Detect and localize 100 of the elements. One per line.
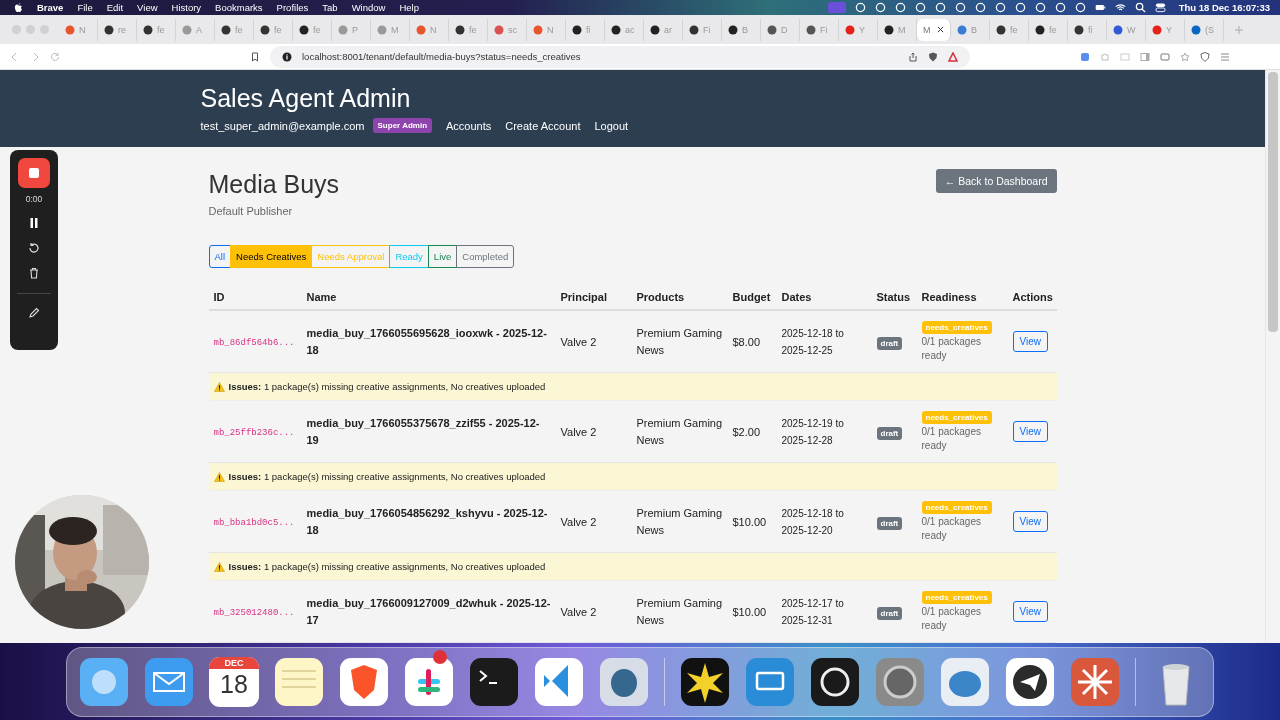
shield-icon[interactable]: [928, 51, 938, 62]
browser-tab[interactable]: fi: [566, 18, 605, 41]
menu-item[interactable]: Tab: [322, 2, 338, 13]
browser-tab[interactable]: ac: [605, 18, 644, 41]
filter-button[interactable]: Completed: [456, 245, 515, 268]
address-bar[interactable]: localhost:8001/tenant/default/media-buys?status=needs_creatives: [270, 45, 970, 68]
browser-tab[interactable]: ar: [644, 18, 683, 41]
restart-icon[interactable]: [28, 242, 40, 254]
menu-app-name[interactable]: Brave: [37, 2, 64, 13]
scrollbar-thumb[interactable]: [1268, 72, 1278, 332]
control-center-icon[interactable]: [1154, 2, 1166, 13]
browser-tab[interactable]: fe: [215, 18, 254, 41]
status-icon[interactable]: [914, 2, 926, 13]
readiness-note: 0/1 packages ready: [921, 425, 982, 453]
browser-tab[interactable]: B: [722, 18, 761, 41]
status-icon[interactable]: [974, 2, 986, 13]
triangle-icon[interactable]: [948, 51, 958, 62]
browser-tab[interactable]: N: [410, 18, 449, 41]
status-icon[interactable]: [994, 2, 1006, 13]
close-icon[interactable]: [937, 26, 944, 33]
menu-item[interactable]: History: [171, 2, 202, 13]
browser-tab[interactable]: fe: [137, 18, 176, 41]
browser-tab[interactable]: D: [761, 18, 800, 41]
menu-item[interactable]: Edit: [106, 2, 124, 13]
menu-item[interactable]: Window: [351, 2, 386, 13]
menu-item[interactable]: Help: [399, 2, 419, 13]
status-icon[interactable]: [1014, 2, 1026, 13]
search-icon[interactable]: [1134, 2, 1146, 13]
browser-tab[interactable]: Y: [839, 18, 878, 41]
page-title: Media Buys: [208, 169, 340, 199]
favicon-icon: [494, 24, 504, 35]
browser-tab[interactable]: re: [98, 18, 137, 41]
status-icon[interactable]: [934, 2, 946, 13]
view-button[interactable]: View: [1012, 421, 1048, 442]
view-button[interactable]: View: [1012, 601, 1048, 622]
apple-icon[interactable]: [14, 2, 23, 13]
share-icon[interactable]: [908, 51, 918, 62]
browser-tab[interactable]: Fi: [683, 18, 722, 41]
pause-icon[interactable]: [28, 217, 40, 229]
menu-item[interactable]: Bookmarks: [215, 2, 263, 13]
favicon-icon: [767, 24, 777, 35]
status-icon[interactable]: [1054, 2, 1066, 13]
status-icon[interactable]: [894, 2, 906, 13]
favicon-icon: [143, 24, 153, 35]
browser-tab[interactable]: W: [1107, 18, 1146, 41]
pen-icon[interactable]: [28, 307, 40, 319]
filter-button[interactable]: Needs Creatives: [230, 245, 313, 268]
browser-tab[interactable]: M: [371, 18, 410, 41]
browser-tab[interactable]: B: [951, 18, 990, 41]
app-icon[interactable]: [810, 657, 860, 707]
browser-tab[interactable]: fi: [1068, 18, 1107, 41]
browser-tab[interactable]: P: [332, 18, 371, 41]
nav-link[interactable]: Accounts: [446, 119, 492, 132]
battery-icon[interactable]: [1094, 2, 1106, 13]
browser-tab[interactable]: fe: [293, 18, 332, 41]
browser-tab[interactable]: N: [59, 18, 98, 41]
browser-tab[interactable]: fe: [990, 18, 1029, 41]
browser-tab[interactable]: Fi: [800, 18, 839, 41]
menu-item[interactable]: Profiles: [276, 2, 309, 13]
browser-tab[interactable]: fe: [449, 18, 488, 41]
media-buy-name: media_buy_1766054856292_kshyvu - 2025-12-18: [306, 505, 549, 538]
view-button[interactable]: View: [1012, 511, 1048, 532]
extension-icon[interactable]: [1080, 51, 1090, 62]
filter-button[interactable]: Needs Approval: [311, 245, 391, 268]
status-badge: draft: [876, 606, 903, 620]
nav-link[interactable]: Create Account: [505, 119, 581, 132]
browser-tab[interactable]: fe: [1029, 18, 1068, 41]
browser-tab[interactable]: Y: [1146, 18, 1185, 41]
calendar-app-icon[interactable]: DEC 18: [209, 657, 259, 707]
bookmark-icon[interactable]: [250, 51, 260, 62]
browser-tab[interactable]: sc: [488, 18, 527, 41]
readiness-note: 0/1 packages ready: [921, 515, 982, 543]
trash-icon[interactable]: [28, 267, 40, 279]
browser-tab[interactable]: M: [917, 18, 951, 41]
back-button[interactable]: ← Back to Dashboard: [935, 169, 1057, 193]
media-buy-name: media_buy_1766055375678_zzif55 - 2025-12-19: [306, 415, 541, 448]
shield-icon[interactable]: [1200, 51, 1210, 62]
status-icon[interactable]: [1074, 2, 1086, 13]
wallet-icon[interactable]: [1160, 51, 1170, 62]
browser-tab[interactable]: N: [527, 18, 566, 41]
filter-button[interactable]: Ready: [389, 245, 429, 268]
filter-button[interactable]: Live: [427, 245, 458, 268]
menu-item[interactable]: View: [137, 2, 158, 13]
nav-link[interactable]: Logout: [594, 119, 629, 132]
view-button[interactable]: View: [1012, 331, 1048, 352]
browser-tab[interactable]: A: [176, 18, 215, 41]
status-icon[interactable]: [854, 2, 866, 13]
star-icon[interactable]: [1180, 51, 1190, 62]
status-icon[interactable]: [874, 2, 886, 13]
app-icon[interactable]: [1005, 657, 1055, 707]
wifi-icon[interactable]: [1114, 2, 1126, 13]
browser-tab[interactable]: (S: [1185, 18, 1224, 41]
menu-item[interactable]: File: [77, 2, 93, 13]
app-icon[interactable]: [680, 657, 730, 707]
info-icon[interactable]: [282, 51, 292, 62]
status-icon[interactable]: [954, 2, 966, 13]
status-icon[interactable]: [1034, 2, 1046, 13]
stop-button[interactable]: [18, 158, 50, 188]
favicon-icon: [182, 24, 192, 35]
browser-tab[interactable]: fe: [254, 18, 293, 41]
